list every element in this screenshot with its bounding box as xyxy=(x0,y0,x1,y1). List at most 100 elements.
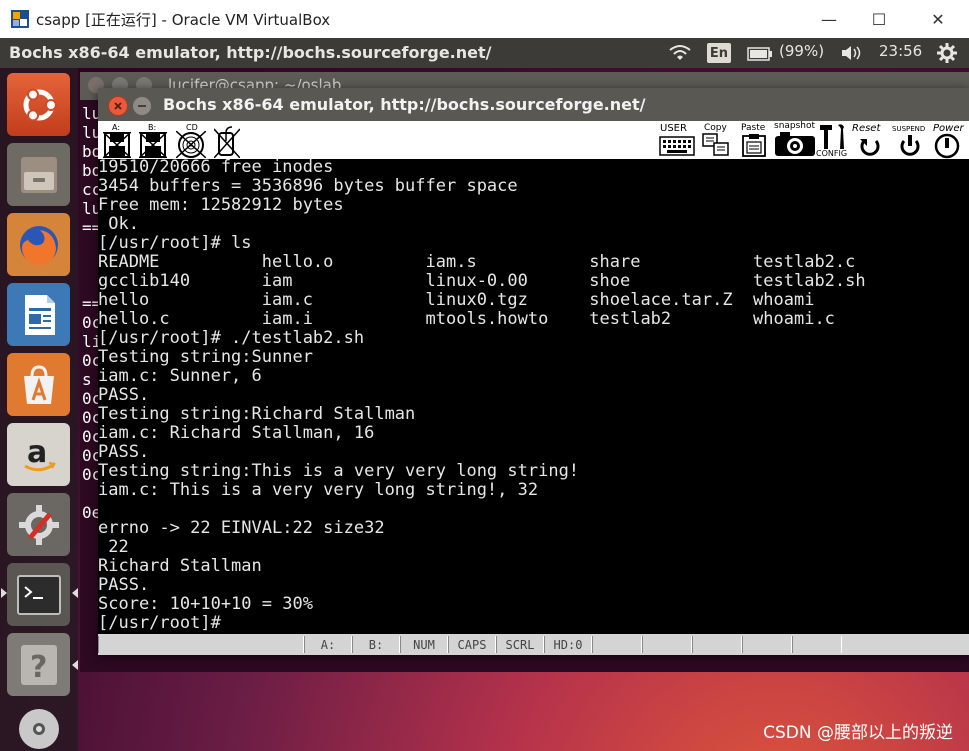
mouse-icon xyxy=(214,126,240,158)
user-button[interactable]: USER xyxy=(658,123,696,157)
battery-percentage[interactable]: (99%) xyxy=(779,42,824,60)
libreoffice-writer-icon[interactable] xyxy=(7,283,70,346)
status-cell xyxy=(792,636,842,653)
screen-line: [/usr/root]# xyxy=(98,613,221,633)
bochs-toolbar: A: B: CD USER Copy Paste snapshot CONFIG… xyxy=(98,121,969,159)
status-cell xyxy=(692,636,742,653)
help-icon[interactable]: ? xyxy=(7,633,70,696)
copy-label: Copy xyxy=(704,123,727,133)
screen-line: gcclib140 iam linux-0.00 shoe testlab2.s… xyxy=(98,271,866,291)
floppy-b-button[interactable]: B: xyxy=(138,123,168,158)
screen-line: README hello.o iam.s share testlab2.c xyxy=(98,252,856,272)
terminal-focused-indicator xyxy=(72,588,78,598)
power-button[interactable]: Power xyxy=(930,123,969,159)
bochs-minimize-icon[interactable] xyxy=(132,96,152,116)
host-window-title: csapp [正在运行] - Oracle VM VirtualBox xyxy=(36,11,331,29)
keyboard-layout-indicator[interactable]: En xyxy=(707,43,731,63)
ubuntu-top-panel: Bochs x86-64 emulator, http://bochs.sour… xyxy=(0,38,969,68)
status-cell: SCRL xyxy=(496,636,544,653)
screen-line: hello.c iam.i mtools.howto testlab2 whoa… xyxy=(98,309,835,329)
status-cell: HD:0 xyxy=(544,636,592,653)
screen-line: Testing string:This is a very very long … xyxy=(98,461,580,481)
status-cell: A: xyxy=(304,636,352,653)
terminal-launcher-icon[interactable] xyxy=(7,563,70,626)
clock[interactable]: 23:56 xyxy=(879,42,922,60)
cdrom-button[interactable]: CD xyxy=(174,123,208,158)
minimize-button[interactable]: — xyxy=(801,0,857,38)
dvd-icon[interactable] xyxy=(7,703,70,751)
cdrom-icon xyxy=(176,131,206,158)
bochs-window-title: Bochs x86-64 emulator, http://bochs.sour… xyxy=(163,95,646,114)
maximize-button[interactable]: ☐ xyxy=(851,0,907,38)
bochs-close-icon[interactable] xyxy=(108,96,128,116)
suspend-label: SUSPEND xyxy=(892,125,926,133)
copy-icon xyxy=(702,133,729,156)
config-button[interactable]: CONFIG xyxy=(816,123,852,158)
ubuntu-dash-icon[interactable] xyxy=(7,73,70,136)
system-gear-icon[interactable] xyxy=(936,43,958,67)
screen-line: iam.c: Sunner, 6 xyxy=(98,366,262,386)
bochs-titlebar[interactable]: Bochs x86-64 emulator, http://bochs.sour… xyxy=(98,88,969,121)
bochs-emulated-screen[interactable]: 19510/20666 free inodes 3454 buffers = 35… xyxy=(98,157,969,634)
screen-line: [/usr/root]# ./testlab2.sh xyxy=(98,328,365,348)
screen-line: PASS. xyxy=(98,442,150,462)
copy-button[interactable]: Copy xyxy=(700,123,732,157)
floppy-a-icon xyxy=(103,132,131,158)
screen-line: errno -> 22 EINVAL:22 size32 xyxy=(98,518,385,538)
csdn-watermark: CSDN @腰部以上的叛逆 xyxy=(763,723,953,743)
mouse-toggle-button[interactable] xyxy=(212,123,240,158)
screen-line: hello iam.c linux0.tgz shoelace.tar.Z wh… xyxy=(98,290,815,310)
active-app-title: Bochs x86-64 emulator, http://bochs.sour… xyxy=(9,43,492,62)
floppy-a-label: A: xyxy=(112,123,121,132)
bochs-emulator-window[interactable]: Bochs x86-64 emulator, http://bochs.sour… xyxy=(98,88,969,655)
reset-button[interactable]: Reset xyxy=(852,123,892,157)
suspend-icon xyxy=(900,135,920,156)
host-window-titlebar: csapp [正在运行] - Oracle VM VirtualBox — ☐ … xyxy=(0,0,969,39)
paste-button[interactable]: Paste xyxy=(738,123,770,157)
help-running-indicator xyxy=(72,660,78,670)
screen-line: 22 xyxy=(98,537,129,557)
svg-text:?: ? xyxy=(30,650,47,685)
power-icon xyxy=(934,133,960,159)
screen-line: iam.c: This is a very very long string!,… xyxy=(98,480,539,500)
floppy-a-button[interactable]: A: xyxy=(102,123,132,158)
virtualbox-app-icon xyxy=(10,9,30,29)
snapshot-label: snapshot xyxy=(774,121,816,131)
screen-line: PASS. xyxy=(98,385,150,405)
screen-line: Testing string:Sunner xyxy=(98,347,313,367)
battery-icon[interactable] xyxy=(747,46,773,65)
floppy-b-icon xyxy=(139,132,167,158)
status-cell xyxy=(98,636,304,653)
screen-line: PASS. xyxy=(98,575,150,595)
snapshot-button[interactable]: snapshot xyxy=(772,121,818,157)
close-button[interactable]: ✕ xyxy=(910,0,966,38)
status-cell xyxy=(642,636,692,653)
status-cell: B: xyxy=(352,636,400,653)
screen-line: Score: 10+10+10 = 30% xyxy=(98,594,313,614)
floppy-b-label: B: xyxy=(148,123,157,132)
camera-icon xyxy=(775,132,815,156)
system-settings-icon[interactable] xyxy=(7,493,70,556)
user-label: USER xyxy=(660,123,687,134)
config-tools-icon xyxy=(820,124,844,149)
svg-text:a: a xyxy=(27,435,47,470)
screen-line: Testing string:Richard Stallman xyxy=(98,404,416,424)
volume-icon[interactable] xyxy=(841,45,863,65)
screen-line: Free mem: 12582912 bytes xyxy=(98,195,344,215)
suspend-button[interactable]: SUSPEND xyxy=(892,123,930,157)
software-center-icon[interactable] xyxy=(7,353,70,416)
firefox-icon[interactable] xyxy=(7,213,70,276)
amazon-icon[interactable]: a xyxy=(7,423,70,486)
status-cell: CAPS xyxy=(448,636,496,653)
status-cell xyxy=(742,636,792,653)
wifi-icon[interactable] xyxy=(668,44,692,66)
screen-line: 3454 buffers = 3536896 bytes buffer spac… xyxy=(98,176,518,196)
screen-line: 19510/20666 free inodes xyxy=(98,157,334,177)
files-icon[interactable] xyxy=(7,143,70,206)
keyboard-icon xyxy=(659,136,695,156)
screen-line: iam.c: Richard Stallman, 16 xyxy=(98,423,375,443)
config-label: CONFIG xyxy=(816,149,848,158)
paste-icon xyxy=(742,134,766,157)
status-cell: NUM xyxy=(400,636,448,653)
screen-line: Richard Stallman xyxy=(98,556,262,576)
